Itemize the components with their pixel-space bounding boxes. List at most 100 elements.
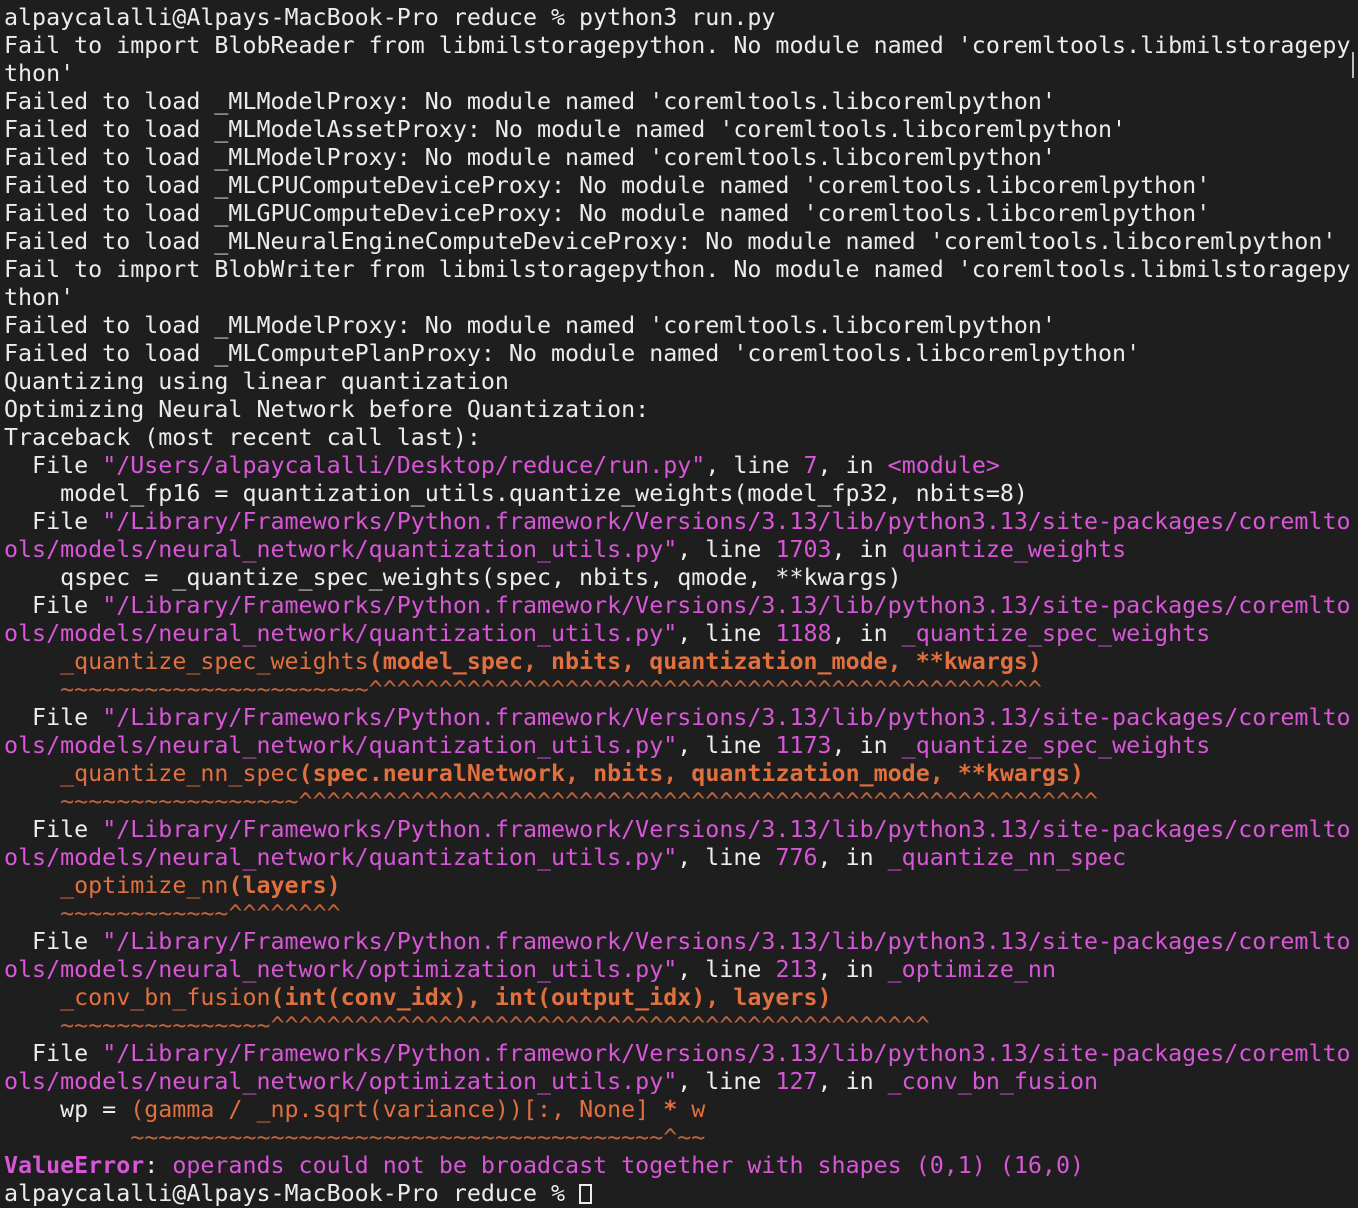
- terminal-line: ~~~~~~~~~~~~~~~~~~~~~~~~~~~~~~~~~~~~~~^~…: [4, 1124, 1358, 1152]
- terminal-line: Failed to load _MLModelProxy: No module …: [4, 88, 1358, 116]
- line-segment: ols/models/neural_network/quantization_u…: [4, 536, 678, 563]
- terminal-line: wp = (gamma / _np.sqrt(variance))[:, Non…: [4, 1096, 1358, 1124]
- line-segment: qspec = _quantize_spec_weights(spec, nbi…: [4, 564, 902, 591]
- line-segment: File: [4, 928, 103, 955]
- line-segment: [649, 1096, 663, 1123]
- line-segment: _conv_bn_fusion: [60, 984, 271, 1011]
- line-segment: 127: [775, 1068, 818, 1095]
- line-segment: ~~~~~~~~~~~~~~~^^^^^^^^^^^^^^^^^^^^^^^^^…: [60, 1012, 930, 1039]
- terminal-line: thon': [4, 60, 1358, 88]
- terminal-line: ValueError: operands could not be broadc…: [4, 1152, 1358, 1180]
- terminal-line: Failed to load _MLModelProxy: No module …: [4, 144, 1358, 172]
- terminal-line: Quantizing using linear quantization: [4, 368, 1358, 396]
- terminal-line: _optimize_nn(layers): [4, 872, 1358, 900]
- terminal-line: Optimizing Neural Network before Quantiz…: [4, 396, 1358, 424]
- line-segment: ~~~~~~~~~~~~^^^^^^^^: [60, 900, 341, 927]
- line-segment: (layers): [228, 872, 341, 899]
- terminal-line: File "/Library/Frameworks/Python.framewo…: [4, 508, 1358, 536]
- line-segment: Failed to load _MLComputePlanProxy: No m…: [4, 340, 1141, 367]
- terminal-line: ~~~~~~~~~~~~~~~~~~~~~~^^^^^^^^^^^^^^^^^^…: [4, 676, 1358, 704]
- terminal-output: alpaycalalli@Alpays-MacBook-Pro reduce %…: [4, 4, 1358, 1208]
- terminal-line: alpaycalalli@Alpays-MacBook-Pro reduce %…: [4, 4, 1358, 32]
- terminal-line: Failed to load _MLComputePlanProxy: No m…: [4, 340, 1358, 368]
- terminal-line: File "/Library/Frameworks/Python.framewo…: [4, 592, 1358, 620]
- terminal-line: model_fp16 = quantization_utils.quantize…: [4, 480, 1358, 508]
- line-segment: [4, 1124, 130, 1151]
- terminal-line: Traceback (most recent call last):: [4, 424, 1358, 452]
- line-segment: _quantize_spec_weights: [901, 620, 1211, 647]
- line-segment: [4, 872, 60, 899]
- line-segment: 1188: [775, 620, 832, 647]
- line-segment: _conv_bn_fusion: [887, 1068, 1099, 1095]
- line-segment: Optimizing Neural Network before Quantiz…: [4, 396, 650, 423]
- line-segment: 7: [803, 452, 818, 479]
- line-segment: Fail to import BlobReader from libmilsto…: [4, 32, 1351, 59]
- line-segment: , in: [831, 620, 902, 647]
- line-segment: quantize_weights: [901, 536, 1127, 563]
- line-segment: File: [4, 592, 103, 619]
- line-segment: model_fp16 = quantization_utils.quantize…: [4, 480, 1028, 507]
- line-segment: Quantizing using linear quantization: [4, 368, 509, 395]
- line-segment: 1173: [775, 732, 832, 759]
- line-segment: "/Library/Frameworks/Python.framework/Ve…: [102, 508, 1351, 535]
- line-segment: 776: [775, 844, 818, 871]
- line-segment: ~~~~~~~~~~~~~~~~~~~~~~^^^^^^^^^^^^^^^^^^…: [60, 676, 1042, 703]
- terminal-line: Failed to load _MLNeuralEngineComputeDev…: [4, 228, 1358, 256]
- line-segment: (spec.neuralNetwork, nbits, quantization…: [298, 760, 1085, 787]
- line-segment: (model_spec, nbits, quantization_mode, *…: [368, 648, 1042, 675]
- terminal-line: ~~~~~~~~~~~~~~~~~^^^^^^^^^^^^^^^^^^^^^^^…: [4, 788, 1358, 816]
- line-segment: File: [4, 452, 103, 479]
- line-segment: ~~~~~~~~~~~~~~~~~^^^^^^^^^^^^^^^^^^^^^^^…: [60, 788, 1099, 815]
- terminal-line: ols/models/neural_network/optimization_u…: [4, 956, 1358, 984]
- terminal-line: _conv_bn_fusion(int(conv_idx), int(outpu…: [4, 984, 1358, 1012]
- line-segment: ols/models/neural_network/quantization_u…: [4, 732, 678, 759]
- terminal-line: File "/Library/Frameworks/Python.framewo…: [4, 704, 1358, 732]
- line-segment: _optimize_nn: [887, 956, 1056, 983]
- line-segment: _quantize_nn_spec: [60, 760, 299, 787]
- line-segment: [4, 900, 60, 927]
- terminal-line: ols/models/neural_network/quantization_u…: [4, 536, 1358, 564]
- line-segment: _quantize_nn_spec: [887, 844, 1127, 871]
- line-segment: ols/models/neural_network/optimization_u…: [4, 1068, 678, 1095]
- terminal-line: qspec = _quantize_spec_weights(spec, nbi…: [4, 564, 1358, 592]
- error-type: ValueError: [4, 1152, 145, 1179]
- terminal-cursor[interactable]: [579, 1184, 593, 1204]
- line-segment: ols/models/neural_network/quantization_u…: [4, 620, 678, 647]
- line-segment: wp =: [4, 1096, 131, 1123]
- line-segment: , in: [817, 1068, 888, 1095]
- terminal-line: ~~~~~~~~~~~~~~~^^^^^^^^^^^^^^^^^^^^^^^^^…: [4, 1012, 1358, 1040]
- line-segment: , in: [831, 536, 902, 563]
- line-segment: (int(conv_idx), int(output_idx), layers): [270, 984, 832, 1011]
- line-segment: Failed to load _MLModelProxy: No module …: [4, 88, 1056, 115]
- line-segment: Failed to load _MLModelProxy: No module …: [4, 312, 1056, 339]
- line-segment: , line: [677, 1068, 776, 1095]
- line-segment: 1703: [775, 536, 832, 563]
- line-segment: thon': [4, 60, 75, 87]
- line-segment: operands could not be broadcast together…: [172, 1152, 1085, 1179]
- line-segment: File: [4, 704, 103, 731]
- line-segment: , in: [817, 956, 888, 983]
- line-segment: Failed to load _MLNeuralEngineComputeDev…: [4, 228, 1337, 255]
- line-segment: "/Library/Frameworks/Python.framework/Ve…: [102, 928, 1351, 955]
- line-segment: , line: [705, 452, 804, 479]
- terminal-window[interactable]: alpaycalalli@Alpays-MacBook-Pro reduce %…: [0, 0, 1358, 1207]
- line-segment: , line: [677, 536, 776, 563]
- terminal-line: Failed to load _MLGPUComputeDeviceProxy:…: [4, 200, 1358, 228]
- line-segment: w: [691, 1096, 706, 1123]
- line-segment: 213: [775, 956, 818, 983]
- terminal-line: ols/models/neural_network/quantization_u…: [4, 732, 1358, 760]
- line-segment: [4, 760, 60, 787]
- line-segment: _optimize_nn: [60, 872, 229, 899]
- line-segment: Failed to load _MLGPUComputeDeviceProxy:…: [4, 200, 1211, 227]
- line-wrap-marker: [1346, 52, 1354, 78]
- line-segment: alpaycalalli@Alpays-MacBook-Pro reduce %: [4, 1180, 580, 1207]
- line-segment: File: [4, 1040, 103, 1067]
- line-segment: [4, 984, 60, 1011]
- terminal-line: ols/models/neural_network/quantization_u…: [4, 620, 1358, 648]
- line-segment: File: [4, 816, 103, 843]
- line-segment: File: [4, 508, 103, 535]
- terminal-line: File "/Library/Frameworks/Python.framewo…: [4, 928, 1358, 956]
- terminal-line: ols/models/neural_network/quantization_u…: [4, 844, 1358, 872]
- line-segment: "/Library/Frameworks/Python.framework/Ve…: [102, 1040, 1351, 1067]
- line-segment: Traceback (most recent call last):: [4, 424, 481, 451]
